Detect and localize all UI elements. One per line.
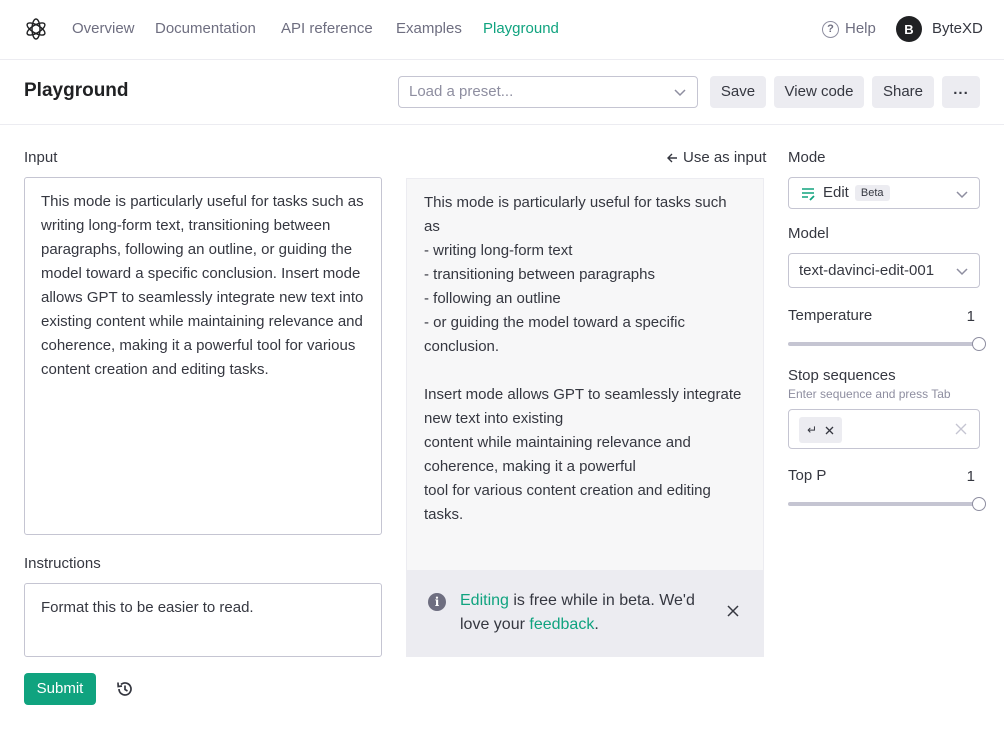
preset-select[interactable]: Load a preset... bbox=[398, 76, 698, 108]
input-textarea[interactable]: This mode is particularly useful for tas… bbox=[24, 177, 382, 535]
temperature-thumb[interactable] bbox=[972, 337, 986, 351]
submit-button[interactable]: Submit bbox=[24, 673, 96, 705]
share-button[interactable]: Share bbox=[872, 76, 934, 108]
chevron-down-icon bbox=[956, 268, 968, 276]
stop-sequences-hint: Enter sequence and press Tab bbox=[788, 387, 951, 401]
preset-placeholder: Load a preset... bbox=[409, 83, 514, 100]
info-icon: i bbox=[428, 593, 446, 611]
editing-link[interactable]: Editing bbox=[460, 592, 509, 609]
output-panel[interactable]: This mode is particularly useful for tas… bbox=[406, 178, 764, 571]
model-value: text-davinci-edit-001 bbox=[799, 262, 935, 279]
help-label: Help bbox=[845, 20, 876, 37]
nav-api-reference[interactable]: API reference bbox=[281, 20, 373, 38]
return-key-icon: ↵ bbox=[807, 423, 818, 437]
top-p-slider[interactable] bbox=[788, 497, 986, 511]
use-as-input-link[interactable]: Use as input bbox=[666, 149, 766, 167]
top-nav: Overview Documentation API reference Exa… bbox=[0, 0, 1004, 60]
model-label: Model bbox=[788, 225, 829, 242]
use-as-input-label: Use as input bbox=[683, 149, 767, 166]
stop-sequences-label: Stop sequences bbox=[788, 367, 896, 384]
more-options-button[interactable]: ... bbox=[942, 76, 980, 108]
feedback-link[interactable]: feedback bbox=[529, 616, 594, 633]
beta-notice-message: Editing is free while in beta. We'd love… bbox=[460, 589, 720, 637]
mode-select[interactable]: Edit Beta bbox=[788, 177, 980, 209]
page-title: Playground bbox=[24, 80, 129, 101]
view-code-button[interactable]: View code bbox=[774, 76, 864, 108]
temperature-label: Temperature bbox=[788, 307, 873, 324]
top-p-thumb[interactable] bbox=[972, 497, 986, 511]
chevron-down-icon bbox=[956, 191, 968, 199]
nav-playground[interactable]: Playground bbox=[483, 20, 559, 38]
instructions-textarea[interactable]: Format this to be easier to read. bbox=[24, 583, 382, 657]
question-circle-icon: ? bbox=[822, 20, 839, 38]
instructions-label: Instructions bbox=[24, 555, 101, 572]
top-p-value[interactable]: 1 bbox=[955, 468, 975, 486]
input-label: Input bbox=[24, 149, 58, 166]
nav-overview[interactable]: Overview bbox=[72, 20, 135, 38]
nav-documentation[interactable]: Documentation bbox=[155, 20, 256, 38]
username[interactable]: ByteXD bbox=[932, 20, 983, 38]
arrow-left-icon bbox=[667, 153, 677, 163]
stop-sequences-input[interactable]: ↵ bbox=[788, 409, 980, 449]
top-p-track bbox=[788, 502, 974, 506]
avatar[interactable]: B bbox=[896, 16, 922, 42]
nav-examples[interactable]: Examples bbox=[396, 20, 462, 38]
save-button[interactable]: Save bbox=[710, 76, 766, 108]
edit-lines-icon bbox=[802, 188, 815, 201]
notice-text-2: . bbox=[594, 616, 599, 633]
top-p-label: Top P bbox=[788, 467, 827, 484]
beta-badge: Beta bbox=[854, 185, 890, 201]
mode-value: Edit bbox=[823, 184, 849, 201]
beta-notice: i Editing is free while in beta. We'd lo… bbox=[406, 571, 764, 657]
clear-icon[interactable] bbox=[955, 423, 967, 435]
help-link[interactable]: ? Help bbox=[822, 20, 876, 38]
openai-logo-icon[interactable] bbox=[24, 17, 48, 41]
stop-sequence-chip: ↵ bbox=[799, 417, 843, 443]
close-icon[interactable] bbox=[726, 604, 740, 618]
temperature-track bbox=[788, 342, 974, 346]
temperature-value[interactable]: 1 bbox=[955, 308, 975, 326]
remove-chip-icon[interactable] bbox=[825, 426, 834, 435]
temperature-slider[interactable] bbox=[788, 337, 986, 351]
chevron-down-icon bbox=[674, 89, 686, 97]
playground-header: Playground Load a preset... Save View co… bbox=[0, 60, 1004, 125]
model-select[interactable]: text-davinci-edit-001 bbox=[788, 253, 980, 288]
mode-label: Mode bbox=[788, 149, 826, 166]
history-icon[interactable] bbox=[115, 679, 135, 699]
